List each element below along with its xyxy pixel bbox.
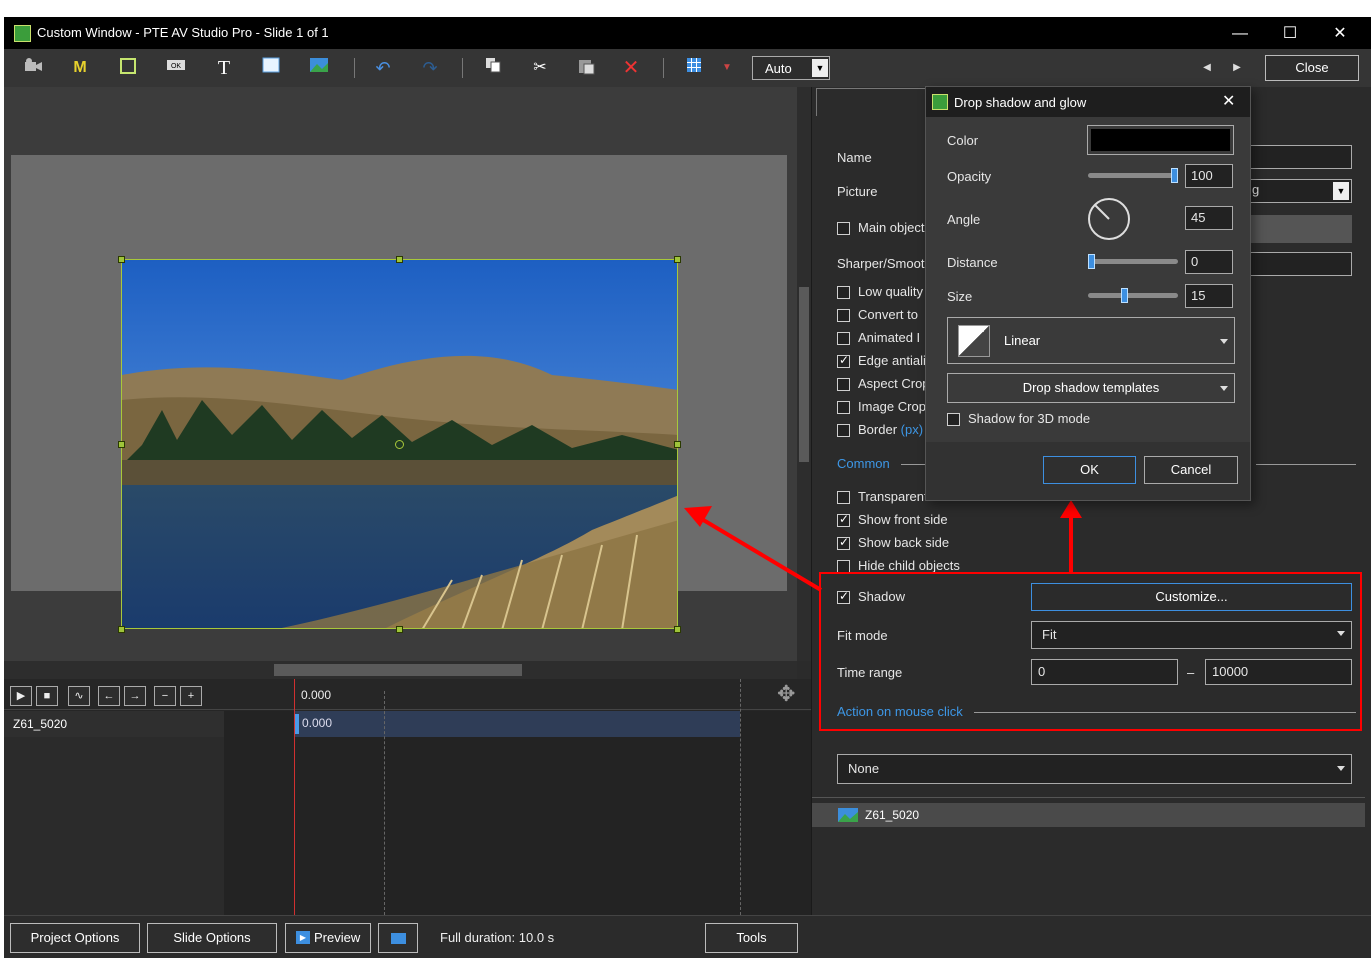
shadow-3d-checkbox[interactable] — [947, 413, 960, 426]
chevron-down-icon — [1220, 339, 1228, 344]
angle-dial[interactable] — [1086, 196, 1132, 242]
opacity-field[interactable]: 100 — [1185, 164, 1233, 188]
dialog-title: Drop shadow and glow — [954, 95, 1087, 110]
color-swatch — [1091, 129, 1230, 151]
opacity-slider-thumb[interactable] — [1171, 168, 1178, 183]
distance-slider-thumb[interactable] — [1088, 254, 1095, 269]
close-icon[interactable]: ✕ — [1222, 91, 1235, 111]
arrow-to-image — [698, 516, 823, 592]
color-picker[interactable] — [1087, 125, 1234, 155]
size-label: Size — [947, 289, 973, 304]
distance-slider[interactable] — [1088, 259, 1178, 264]
gradient-value: Linear — [1004, 333, 1041, 348]
opacity-label: Opacity — [947, 169, 992, 184]
templates-select[interactable]: Drop shadow templates — [947, 373, 1235, 403]
templates-label: Drop shadow templates — [1022, 380, 1160, 395]
size-field[interactable]: 15 — [1185, 284, 1233, 308]
dialog-title-bar: Drop shadow and glow ✕ — [926, 87, 1250, 117]
size-slider[interactable] — [1088, 293, 1178, 298]
cancel-button[interactable]: Cancel — [1144, 456, 1238, 484]
angle-label: Angle — [947, 212, 981, 227]
drop-shadow-dialog: Drop shadow and glow ✕ Color Opacity 100… — [925, 86, 1251, 501]
shadow-3d-label: Shadow for 3D mode — [968, 411, 1091, 426]
size-slider-thumb[interactable] — [1121, 288, 1129, 303]
opacity-slider[interactable] — [1088, 173, 1178, 178]
chevron-down-icon — [1220, 386, 1228, 391]
distance-label: Distance — [947, 255, 998, 270]
distance-field[interactable]: 0 — [1185, 250, 1233, 274]
arrow-head — [1060, 500, 1082, 518]
dialog-body: Color Opacity 100 Angle 45 Distance 0 Si… — [926, 117, 1250, 442]
dialog-footer: OK Cancel — [926, 442, 1250, 500]
gradient-preview-icon — [958, 325, 990, 357]
color-label: Color — [947, 133, 979, 148]
gradient-select[interactable]: Linear — [947, 317, 1235, 364]
ok-button[interactable]: OK — [1043, 456, 1136, 484]
angle-field[interactable]: 45 — [1185, 206, 1233, 230]
app-icon — [932, 94, 948, 110]
